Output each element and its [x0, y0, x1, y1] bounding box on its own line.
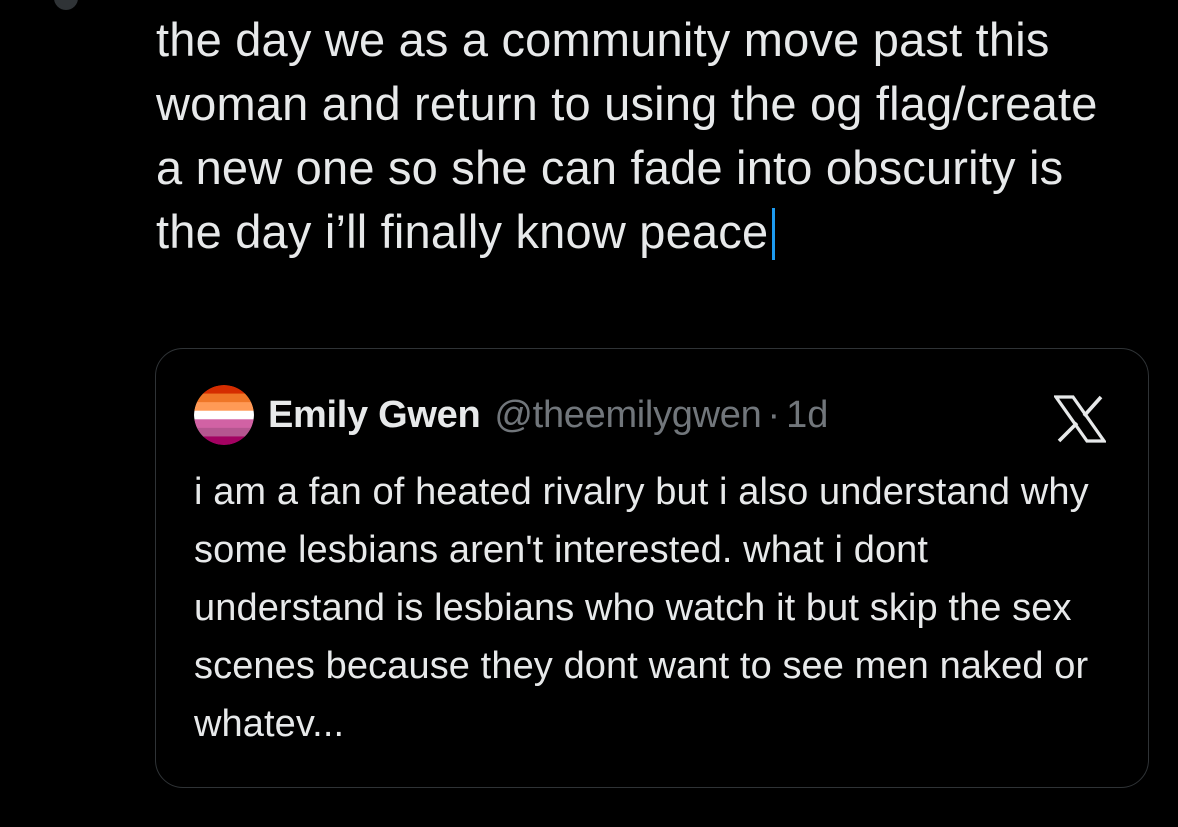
flag-stripe	[194, 402, 254, 412]
flag-stripe	[194, 436, 254, 445]
text-caret	[772, 208, 776, 260]
display-name[interactable]: Emily Gwen	[268, 394, 481, 437]
compose-area[interactable]: the day we as a community move past this…	[156, 8, 1116, 264]
quoted-tweet-body: i am a fan of heated rivalry but i also …	[194, 471, 1089, 745]
flag-stripe	[194, 410, 254, 420]
compose-text: the day we as a community move past this…	[156, 13, 1111, 258]
flag-stripe	[194, 385, 254, 395]
timestamp[interactable]: 1d	[786, 394, 828, 437]
previous-avatar-edge	[54, 0, 78, 10]
flag-stripe	[194, 419, 254, 429]
user-handle[interactable]: @theemilygwen	[494, 394, 761, 437]
flag-stripe	[194, 393, 254, 403]
lesbian-flag-avatar-icon[interactable]	[194, 385, 254, 445]
quoted-tweet-card[interactable]: Emily Gwen @theemilygwen · 1d i am a fan…	[155, 348, 1149, 788]
compose-input[interactable]: the day we as a community move past this…	[156, 8, 1116, 264]
separator-dot: ·	[767, 393, 781, 436]
x-logo-icon	[1054, 395, 1106, 443]
flag-stripe	[194, 427, 254, 437]
quoted-tweet-header: Emily Gwen @theemilygwen · 1d	[194, 385, 828, 445]
